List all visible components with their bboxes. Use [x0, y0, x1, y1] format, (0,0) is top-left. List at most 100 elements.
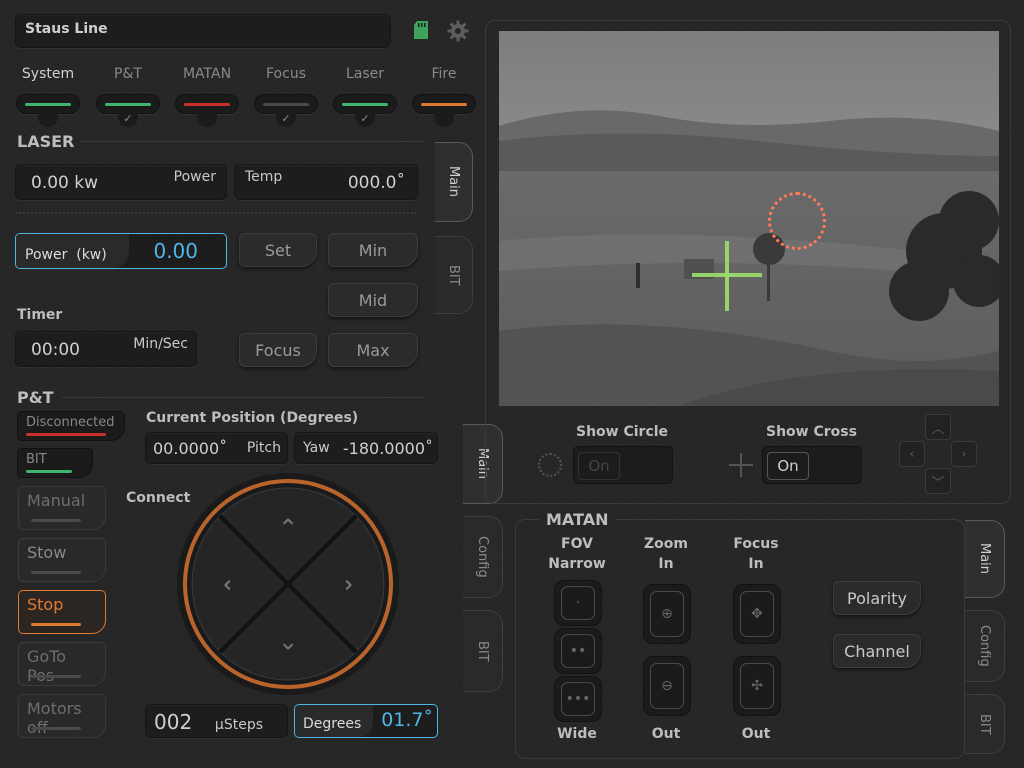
pt-mode-stop-button[interactable]: Stop [18, 590, 106, 634]
show-cross-toggle[interactable]: On [762, 446, 862, 484]
check-icon: ✓ [118, 113, 138, 127]
disconnected-indicator [26, 433, 106, 436]
pitch-display: 00.0000˚ Pitch [145, 432, 288, 464]
sd-card-icon[interactable] [413, 20, 429, 40]
zoom-out-icon: ⊖ [650, 663, 684, 709]
pt-mode-goto-pos-button[interactable]: GoTo Pos [18, 642, 106, 686]
laser-max-button[interactable]: Max [328, 333, 418, 367]
status-tab-label-0: System [21, 66, 75, 82]
degrees-label: Degrees [303, 716, 362, 732]
zoom-top-label: In [658, 556, 674, 572]
pt-mode-motors-off-button[interactable]: Motors off [18, 694, 106, 738]
tab-laser-main[interactable]: Main [435, 142, 473, 222]
show-cross-label: Show Cross [766, 424, 857, 440]
joystick-left-button[interactable]: ⌃ [220, 570, 250, 600]
status-indicator-5 [421, 103, 467, 106]
pt-mode-label: Stop [27, 595, 64, 614]
gear-icon[interactable] [447, 20, 469, 42]
show-circle-toggle[interactable]: On [573, 446, 673, 484]
focus-out-icon: ✣ [740, 663, 774, 709]
fov-mid-icon: •• [561, 634, 595, 668]
status-tab-label-3: Focus [266, 66, 306, 82]
pt-mode-label: Motors off [27, 699, 82, 737]
pt-mode-label: GoTo Pos [27, 647, 67, 685]
tab-matan-config[interactable]: Config [965, 610, 1005, 682]
pt-mode-stow-button[interactable]: Stow [18, 538, 106, 582]
laser-focus-button[interactable]: Focus [239, 333, 317, 367]
focus-out-button[interactable]: ✣ [733, 656, 781, 716]
zoom-bottom-label: Out [651, 726, 681, 742]
status-tab-4[interactable] [333, 94, 397, 114]
dpad-up-button[interactable]: ︿ [925, 414, 951, 440]
tab-pt-bit[interactable]: BIT [463, 610, 503, 692]
tab-matan-main[interactable]: Main [965, 520, 1005, 598]
status-indicator-0 [25, 103, 71, 106]
disconnected-badge: Disconnected [17, 411, 125, 441]
status-line: Staus Line [15, 14, 391, 48]
pt-mode-manual-button[interactable]: Manual [18, 486, 106, 530]
target-circle [768, 192, 826, 250]
tab-notch [38, 113, 58, 127]
tab-laser-bit[interactable]: BIT [435, 236, 473, 314]
timer-value: 00:00 [31, 340, 80, 360]
pitch-label: Pitch [246, 440, 281, 456]
laser-power-display: 0.00 kw Power [15, 164, 227, 200]
fov-narrow-button[interactable]: · [554, 580, 602, 626]
focus-in-button[interactable]: ✥ [733, 584, 781, 644]
joystick-right-button[interactable]: ⌃ [326, 570, 356, 600]
fov-wide-button[interactable]: ••• [554, 676, 602, 722]
pt-joystick[interactable]: ⌃ ⌃ ⌃ ⌃ [176, 472, 400, 696]
dpad-right-button[interactable]: › [951, 441, 977, 467]
yaw-value: -180.0000˚ [342, 439, 433, 458]
fov-narrow-icon: · [561, 586, 595, 620]
tab-matan-bit[interactable]: BIT [965, 694, 1005, 754]
show-cross-state: On [767, 452, 809, 480]
status-tab-1[interactable] [96, 94, 160, 114]
fov-bottom-label: Wide [557, 726, 597, 742]
channel-button[interactable]: Channel [833, 634, 921, 668]
status-tab-3[interactable] [254, 94, 318, 114]
status-tab-2[interactable] [175, 94, 239, 114]
zoom-label: Zoom [644, 536, 688, 552]
focus-top-label: In [748, 556, 764, 572]
status-indicator-4 [342, 103, 388, 106]
laser-title: LASER [17, 132, 75, 151]
laser-temp-display: Temp 000.0˚ [234, 164, 418, 200]
pt-mode-label: Stow [27, 543, 67, 562]
status-tab-5[interactable] [412, 94, 476, 114]
fov-label: FOV [561, 536, 593, 552]
focus-label: Focus [733, 536, 779, 552]
laser-min-button[interactable]: Min [328, 233, 418, 267]
check-icon: ✓ [276, 113, 296, 127]
laser-power-input[interactable]: Power (kw) 0.00 [15, 233, 227, 269]
fov-mid-button[interactable]: •• [554, 628, 602, 674]
pt-mode-indicator [31, 519, 81, 522]
status-tab-0[interactable] [16, 94, 80, 114]
show-circle-label: Show Circle [576, 424, 669, 440]
laser-set-button[interactable]: Set [239, 233, 317, 267]
fov-top-label: Narrow [548, 556, 606, 572]
zoom-out-button[interactable]: ⊖ [643, 656, 691, 716]
pt-title: P&T [17, 388, 54, 407]
zoom-in-icon: ⊕ [650, 591, 684, 637]
tab-pt-config[interactable]: Config [463, 516, 503, 598]
show-circle-state: On [578, 452, 620, 480]
cross-icon [729, 453, 753, 477]
steps-value: 002 [154, 710, 193, 734]
joystick-up-button[interactable]: ⌃ [273, 514, 303, 544]
pt-mode-indicator [31, 727, 81, 730]
yaw-display: Yaw -180.0000˚ [294, 432, 438, 464]
camera-feed[interactable] [499, 31, 999, 406]
status-line-text: Staus Line [25, 21, 108, 37]
polarity-button[interactable]: Polarity [833, 581, 921, 615]
joystick-down-button[interactable]: ⌃ [273, 624, 303, 654]
pitch-value: 00.0000˚ [153, 439, 228, 458]
zoom-in-button[interactable]: ⊕ [643, 584, 691, 644]
degrees-input[interactable]: Degrees 01.7˚ [294, 704, 438, 738]
dpad-left-button[interactable]: ‹ [899, 441, 925, 467]
pt-mode-indicator [31, 623, 81, 626]
dpad-down-button[interactable]: ﹀ [925, 468, 951, 494]
laser-mid-button[interactable]: Mid [328, 283, 418, 317]
steps-display[interactable]: 002 μSteps [145, 704, 288, 738]
tab-notch [434, 113, 454, 127]
